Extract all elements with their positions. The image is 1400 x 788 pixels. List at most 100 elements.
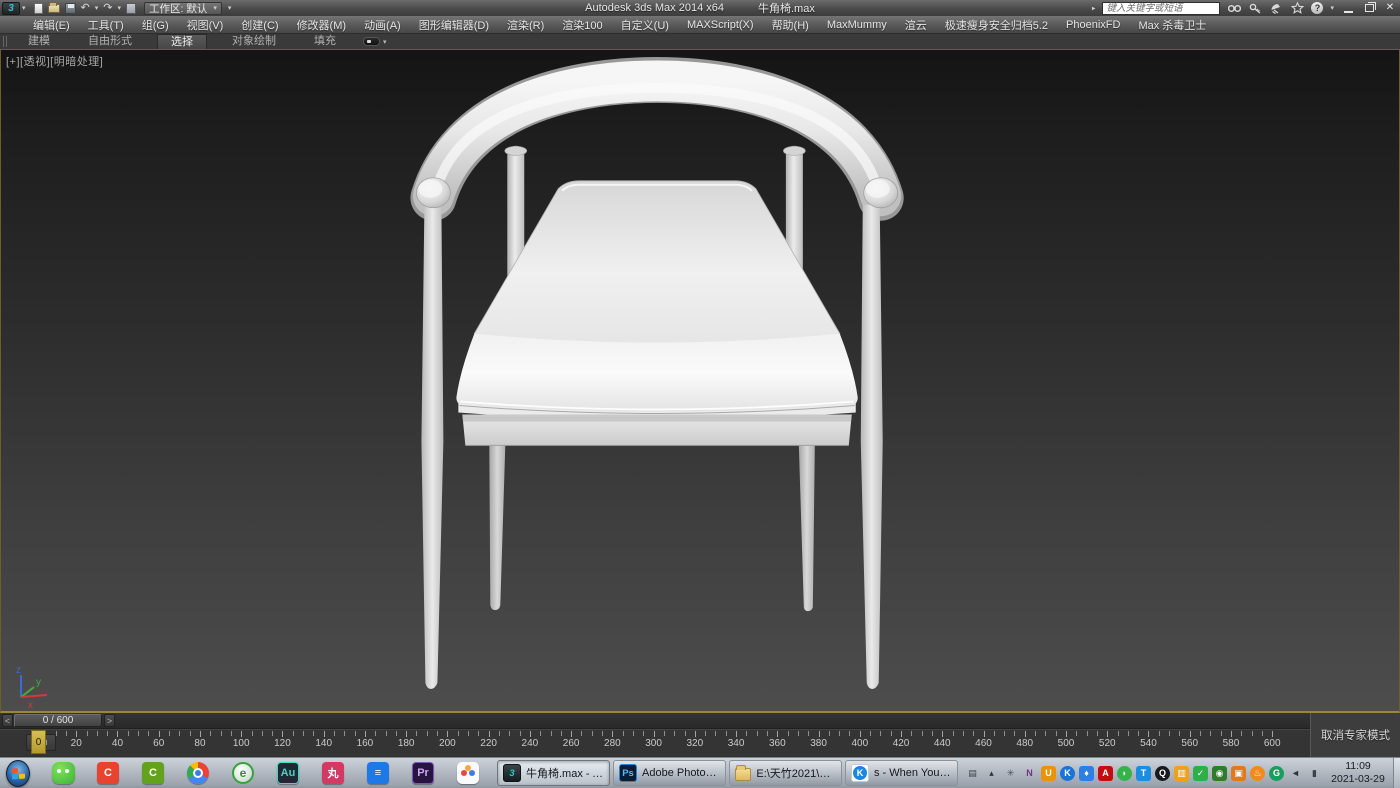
taskbar-clock[interactable]: 11:09 2021-03-29 [1326,760,1390,786]
taskbar-window-kugou[interactable]: Ks - When You Le... [845,760,958,786]
tab-populate[interactable]: 填充 [301,34,349,49]
menu-item-views[interactable]: 视图(V) [178,17,233,33]
camtasia-recorder-icon[interactable]: C [96,761,120,785]
key-icon[interactable] [1248,2,1262,14]
show-desktop-button[interactable] [1393,758,1400,788]
camtasia-icon[interactable]: C [141,761,165,785]
windows-flag-icon [12,767,25,779]
premiere-icon[interactable]: Pr [411,761,435,785]
infocenter-expand-icon[interactable]: ▾ [1090,6,1097,10]
wan-app-icon[interactable]: 丸 [321,761,345,785]
undo-dropdown-icon[interactable]: ▾ [95,5,99,12]
menu-item-tools[interactable]: 工具(T) [79,17,133,33]
menu-item-max-antivirus[interactable]: Max 杀毒卫士 [1129,17,1215,33]
drive-icon[interactable]: ▥ [1174,766,1189,781]
frame-tick-label: 480 [1016,738,1033,749]
time-slider-track[interactable]: < 0 / 600 > [0,713,1400,729]
cancel-expert-mode-button[interactable]: 取消专家模式 [1321,727,1390,743]
menu-item-maxscript[interactable]: MAXScript(X) [678,19,763,31]
wechat-tray-icon[interactable]: ◗ [1117,766,1132,781]
taskbar-window-max[interactable]: 3牛角椅.max - Aut... [497,760,610,786]
menu-item-group[interactable]: 组(G) [133,17,178,33]
menu-item-phoenixfd[interactable]: PhoenixFD [1057,19,1129,31]
workspace-selector[interactable]: 工作区: 默认 ▾ [144,2,222,15]
wechat-icon[interactable] [51,761,75,785]
application-menu-button[interactable]: 3 ▾ [2,2,26,15]
restore-icon[interactable] [1362,2,1376,14]
save-file-icon[interactable] [65,3,76,14]
menu-bar: 编辑(E)工具(T)组(G)视图(V)创建(C)修改器(M)动画(A)图形编辑器… [0,16,1400,33]
tab-selection[interactable]: 选择 [157,34,207,49]
search-icon[interactable] [1227,2,1241,14]
ribbon-minimize-icon[interactable]: ▾ [383,38,387,46]
viewport-label[interactable]: [+][透视][明暗处理] [6,53,103,69]
tab-freeform[interactable]: 自由形式 [75,34,145,49]
track-bar[interactable]: 2040608010012014016018020022024026028030… [0,729,1400,756]
svg-text:z: z [16,665,21,676]
network-icon[interactable]: ▮ [1307,766,1322,781]
menu-item-graph-editors[interactable]: 图形编辑器(D) [410,17,498,33]
close-icon[interactable]: ✕ [1383,2,1397,14]
settings-icon[interactable]: ✳ [1003,766,1018,781]
frame-tick-label: 380 [810,738,827,749]
perspective-viewport[interactable]: z y x [+][透视][明暗处理] [0,49,1400,713]
menu-item-renderyun[interactable]: 渲云 [896,17,936,33]
menu-item-rendering[interactable]: 渲染(R) [498,17,553,33]
start-button[interactable] [6,761,30,785]
redo-icon[interactable]: ↷ [103,3,112,14]
video-list-icon[interactable]: ≡ [366,761,390,785]
frame-ruler[interactable]: 2040608010012014016018020022024026028030… [28,730,1310,757]
show-hidden-icons[interactable]: ▴ [984,766,999,781]
search-input[interactable] [1102,2,1220,15]
usb-audio-icon[interactable]: U [1041,766,1056,781]
menu-item-animation[interactable]: 动画(A) [355,17,410,33]
browser-360-icon[interactable]: e [231,761,255,785]
new-scene-icon[interactable] [34,3,43,14]
menu-item-customize[interactable]: 自定义(U) [612,17,678,33]
ribbon-drag-handle[interactable] [3,36,7,47]
set-project-folder-icon[interactable] [126,3,136,14]
keyboard-icon[interactable]: ▤ [965,766,980,781]
qq-icon[interactable]: Q [1155,766,1170,781]
acrobat-icon[interactable]: A [1098,766,1113,781]
nvidia-icon[interactable]: ◉ [1212,766,1227,781]
volume-icon[interactable]: ◄ [1288,766,1303,781]
minimize-icon[interactable] [1341,2,1355,14]
open-file-icon[interactable] [48,4,60,13]
help-icon[interactable]: ? [1311,2,1323,14]
meeting-app-icon[interactable] [456,761,480,785]
communication-center-icon[interactable] [1269,2,1283,14]
screenshot-icon[interactable]: ▣ [1231,766,1246,781]
menu-item-edit[interactable]: 编辑(E) [24,17,79,33]
menu-item-render100[interactable]: 渲染100 [553,17,611,33]
ribbon-options-icon[interactable] [363,37,380,46]
taskbar-window-ps[interactable]: PsAdobe Photosh... [613,760,726,786]
kugou-tray-icon[interactable]: K [1060,766,1075,781]
tab-object-paint[interactable]: 对象绘制 [219,34,289,49]
netdisk-icon[interactable]: ♦ [1079,766,1094,781]
ime-icon[interactable]: N [1022,766,1037,781]
menu-item-maxmummy[interactable]: MaxMummy [818,19,896,31]
tim-icon[interactable]: T [1136,766,1151,781]
audition-icon[interactable]: Au [276,761,300,785]
frame-tick-label: 500 [1058,738,1075,749]
current-frame-marker[interactable]: 0 [31,730,46,754]
menu-item-slim-archive[interactable]: 极速瘦身安全归档5.2 [936,17,1057,33]
menu-item-help[interactable]: 帮助(H) [763,17,818,33]
time-slider-handle[interactable]: 0 / 600 [14,714,102,727]
green-tray-icon[interactable]: G [1269,766,1284,781]
huorong-icon[interactable]: ♨ [1250,766,1265,781]
menu-item-create[interactable]: 创建(C) [232,17,287,33]
toolbar-overflow-icon[interactable]: ▾ [228,5,232,12]
next-frame-button[interactable]: > [104,714,115,727]
redo-dropdown-icon[interactable]: ▾ [117,5,121,12]
tab-modeling[interactable]: 建模 [15,34,63,49]
help-dropdown-icon[interactable]: ▾ [1330,5,1334,12]
usb-safe-icon[interactable]: ✓ [1193,766,1208,781]
chrome-icon[interactable] [186,761,210,785]
favorites-star-icon[interactable] [1290,2,1304,14]
menu-item-modifiers[interactable]: 修改器(M) [288,17,356,33]
taskbar-window-folder[interactable]: E:\天竹2021\牛... [729,760,842,786]
undo-icon[interactable]: ↶ [81,3,90,14]
previous-frame-button[interactable]: < [2,714,13,727]
